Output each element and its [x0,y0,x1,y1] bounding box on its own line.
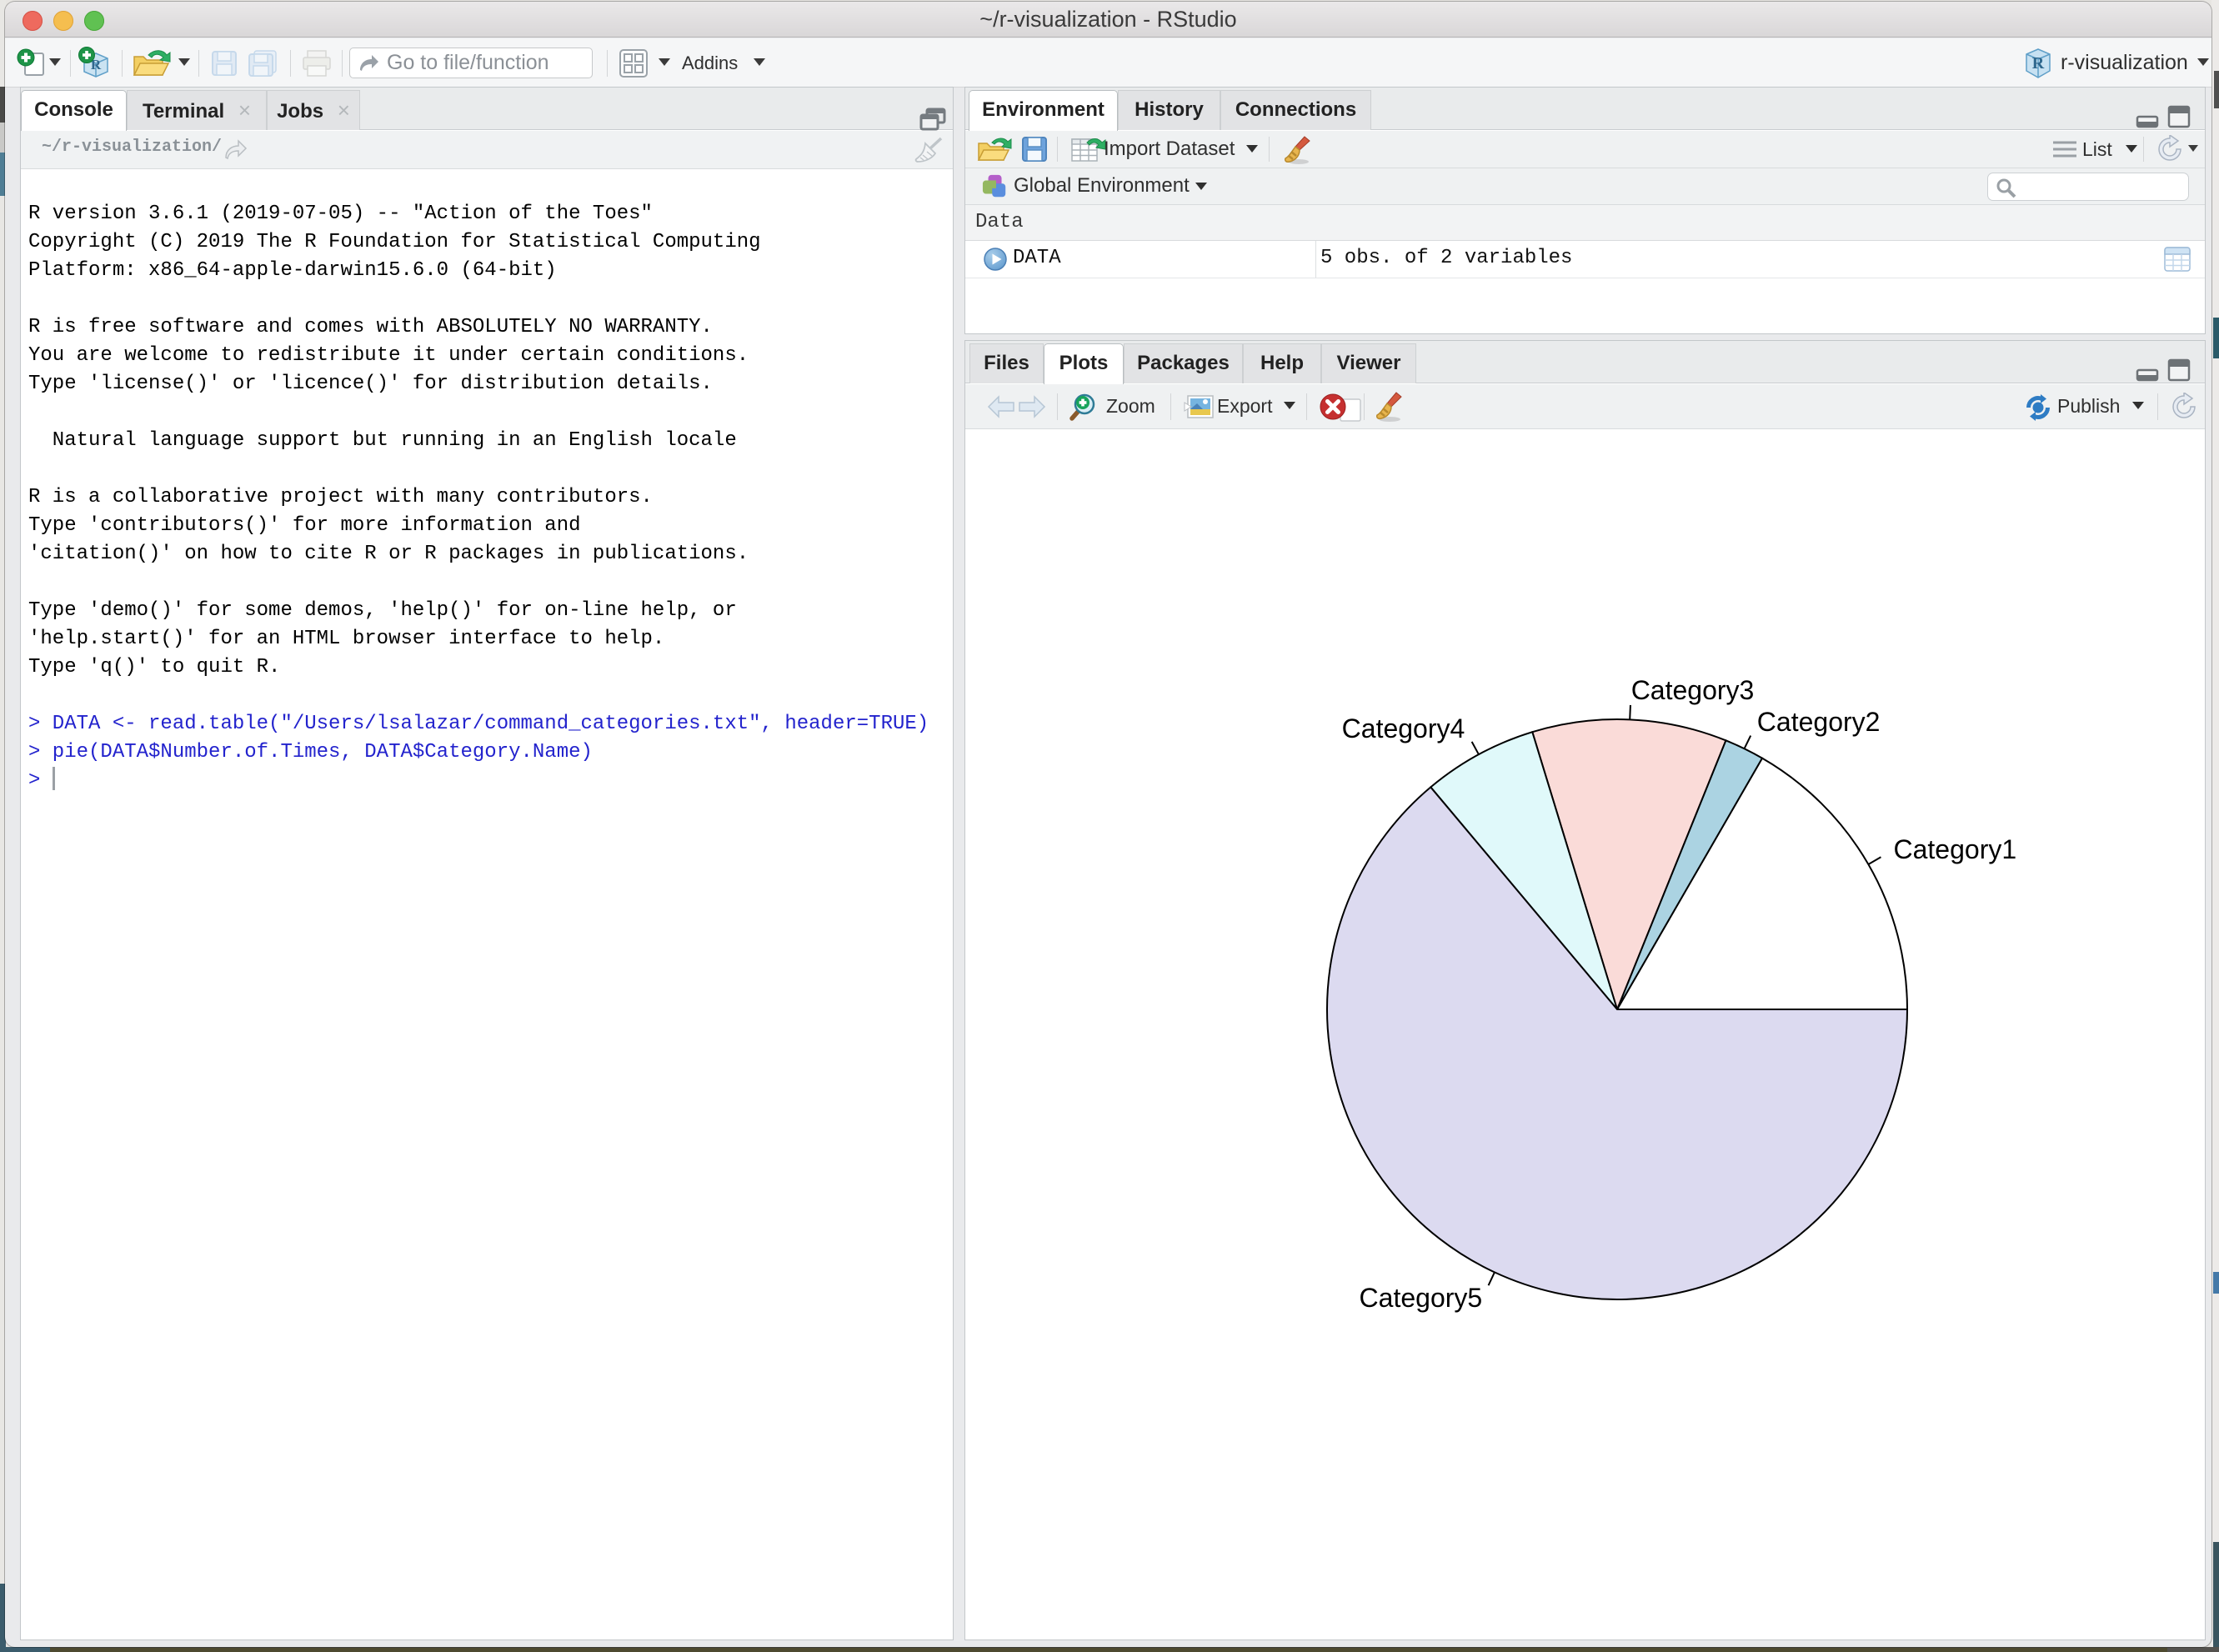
svg-text:Category2: Category2 [1757,707,1881,737]
svg-text:Category3: Category3 [1631,675,1755,705]
svg-text:Category4: Category4 [1342,713,1465,743]
svg-text:Category1: Category1 [1894,834,2017,864]
svg-text:R: R [2032,54,2045,73]
svg-text:Category5: Category5 [1360,1283,1483,1313]
